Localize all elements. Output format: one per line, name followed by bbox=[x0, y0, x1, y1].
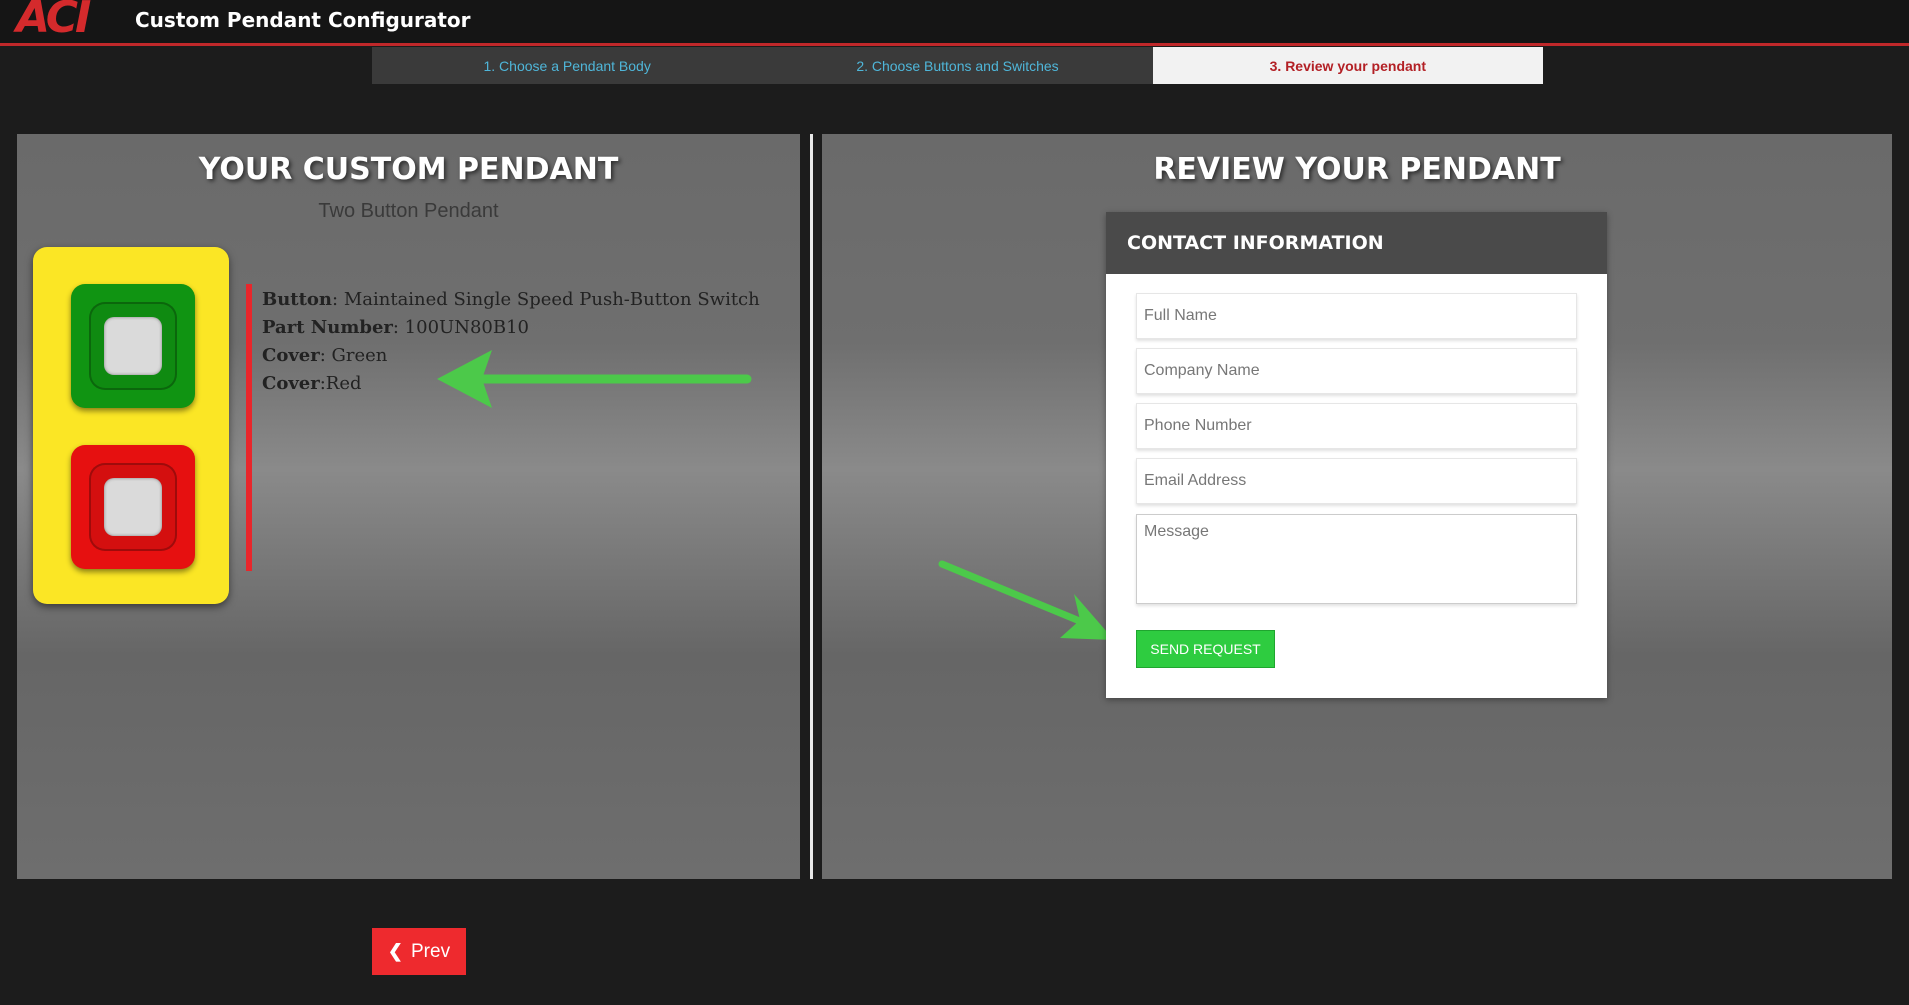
pendant-subtitle: Two Button Pendant bbox=[318, 200, 499, 222]
contact-form-card: CONTACT INFORMATION SEND REQUEST bbox=[1106, 212, 1607, 698]
red-button-cap bbox=[104, 478, 162, 536]
email-address-field[interactable] bbox=[1136, 458, 1577, 504]
top-bar: ACI Custom Pendant Configurator bbox=[0, 0, 1909, 46]
green-arrow-left-icon bbox=[437, 350, 752, 408]
message-field[interactable] bbox=[1136, 514, 1577, 604]
aci-logo[interactable]: ACI bbox=[16, 0, 91, 40]
step-choose-buttons[interactable]: 2. Choose Buttons and Switches bbox=[762, 47, 1152, 84]
pendant-body bbox=[33, 247, 229, 604]
green-arrow-diagonal-icon bbox=[938, 560, 1114, 640]
custom-pendant-panel: YOUR CUSTOM PENDANT Two Button Pendant B… bbox=[17, 134, 800, 879]
prev-label: Prev bbox=[411, 940, 451, 962]
review-panel: REVIEW YOUR PENDANT CONTACT INFORMATION … bbox=[822, 134, 1892, 879]
spec-button: Button: Maintained Single Speed Push-But… bbox=[262, 289, 760, 310]
prev-button[interactable]: ❮ Prev bbox=[372, 928, 466, 975]
chevron-left-icon: ❮ bbox=[387, 941, 403, 961]
custom-pendant-heading: YOUR CUSTOM PENDANT bbox=[198, 152, 619, 187]
full-name-field[interactable] bbox=[1136, 293, 1577, 339]
green-button-cap bbox=[104, 317, 162, 375]
app-title: Custom Pendant Configurator bbox=[135, 8, 471, 32]
step-choose-body[interactable]: 1. Choose a Pendant Body bbox=[372, 47, 762, 84]
step-tabs: 1. Choose a Pendant Body 2. Choose Butto… bbox=[372, 47, 1543, 84]
spec-part-number: Part Number: 100UN80B10 bbox=[262, 317, 529, 338]
green-button bbox=[71, 284, 195, 408]
company-name-field[interactable] bbox=[1136, 348, 1577, 394]
review-heading: REVIEW YOUR PENDANT bbox=[1153, 152, 1561, 187]
contact-info-header: CONTACT INFORMATION bbox=[1106, 212, 1607, 274]
red-button bbox=[71, 445, 195, 569]
panel-divider bbox=[810, 134, 813, 879]
step-review[interactable]: 3. Review your pendant bbox=[1152, 47, 1543, 84]
spec-divider-bar bbox=[246, 284, 252, 571]
phone-number-field[interactable] bbox=[1136, 403, 1577, 449]
send-request-button[interactable]: SEND REQUEST bbox=[1136, 630, 1275, 668]
